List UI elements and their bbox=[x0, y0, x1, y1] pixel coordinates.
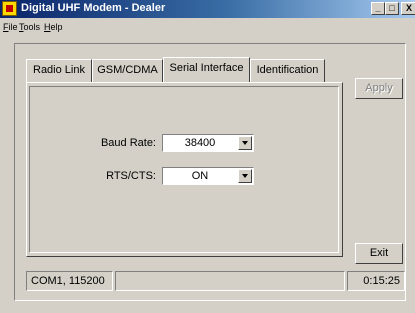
minimize-button[interactable]: _ bbox=[371, 2, 385, 15]
title-bar[interactable]: Digital UHF Modem - Dealer _ □ X bbox=[0, 0, 415, 18]
chevron-down-icon[interactable] bbox=[238, 169, 252, 183]
tab-radio-link[interactable]: Radio Link bbox=[26, 59, 92, 82]
rts-cts-label: RTS/CTS: bbox=[106, 170, 156, 182]
menu-help[interactable]: Help bbox=[44, 22, 63, 32]
apply-button[interactable]: Apply bbox=[355, 78, 403, 99]
status-message bbox=[115, 271, 345, 291]
app-window: Digital UHF Modem - Dealer _ □ X File To… bbox=[0, 0, 415, 313]
menu-file[interactable]: File bbox=[3, 22, 18, 32]
status-time: 0:15:25 bbox=[347, 271, 405, 291]
status-port: COM1, 115200 bbox=[26, 271, 113, 291]
baud-rate-value: 38400 bbox=[184, 137, 216, 149]
menu-tools[interactable]: Tools bbox=[19, 22, 40, 32]
window-title: Digital UHF Modem - Dealer bbox=[21, 2, 166, 14]
baud-rate-label: Baud Rate: bbox=[100, 137, 156, 149]
tab-gsm-cdma[interactable]: GSM/CDMA bbox=[92, 59, 163, 82]
baud-rate-select[interactable]: 38400 bbox=[162, 134, 254, 152]
exit-button[interactable]: Exit bbox=[355, 243, 403, 264]
maximize-button[interactable]: □ bbox=[385, 2, 399, 15]
menu-bar: File Tools Help bbox=[0, 19, 415, 35]
modem-app-icon bbox=[2, 1, 17, 16]
rts-cts-value: ON bbox=[191, 170, 209, 182]
tab-identification[interactable]: Identification bbox=[250, 59, 325, 82]
tab-serial-interface[interactable]: Serial Interface bbox=[163, 57, 250, 83]
chevron-down-icon[interactable] bbox=[238, 136, 252, 150]
rts-cts-select[interactable]: ON bbox=[162, 167, 254, 185]
close-button[interactable]: X bbox=[401, 2, 415, 15]
